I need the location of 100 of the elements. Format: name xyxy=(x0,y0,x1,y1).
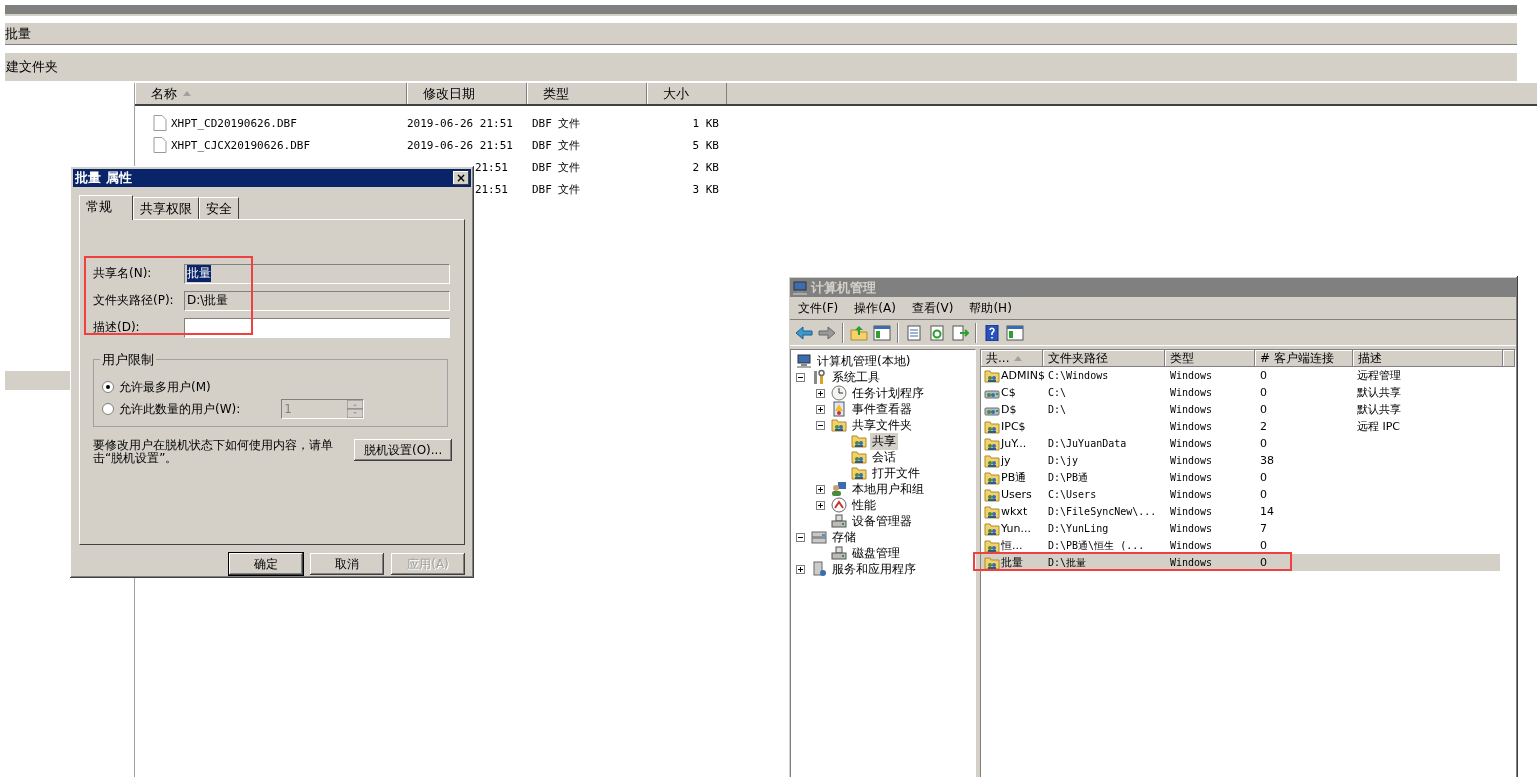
tab[interactable]: 常规 xyxy=(79,195,133,220)
address-text: 批量 xyxy=(5,24,31,43)
share-name[interactable]: 恒... xyxy=(1001,538,1023,553)
file-name[interactable]: XHPT_CJCX20190626.DBF xyxy=(171,138,311,152)
tree-item[interactable]: 系统工具 xyxy=(830,368,882,386)
column-header[interactable]: 类型 xyxy=(1165,350,1255,367)
share-name[interactable]: PB通 xyxy=(1001,470,1027,485)
expand-icon[interactable] xyxy=(816,388,825,398)
tree-item[interactable]: 共享文件夹 xyxy=(850,416,914,434)
share-type: Windows xyxy=(1170,540,1213,551)
radio-label[interactable]: 允许最多用户(M) xyxy=(119,378,211,396)
file-icon xyxy=(153,137,167,153)
file-type: DBF 文件 xyxy=(532,138,581,152)
tree-item[interactable]: 会话 xyxy=(870,448,898,466)
radio-label[interactable]: 允许此数量的用户(W): xyxy=(119,400,241,418)
share-path: D:\批量 xyxy=(1048,556,1087,568)
menu-item[interactable]: 文件(F) xyxy=(790,299,847,317)
share-name[interactable]: IPC$ xyxy=(1001,420,1026,433)
expand-icon[interactable] xyxy=(816,484,825,494)
share-type: Windows xyxy=(1170,438,1213,449)
share-name[interactable]: wkxt xyxy=(1001,505,1028,518)
tree-item[interactable]: 事件查看器 xyxy=(850,400,914,418)
dialog-button[interactable]: 确定 xyxy=(229,553,303,575)
collapse-icon[interactable] xyxy=(796,532,805,542)
share-name[interactable]: D$ xyxy=(1001,403,1017,416)
share-description: 默认共享 xyxy=(1357,403,1401,416)
radio-button[interactable] xyxy=(102,403,114,415)
tree-item[interactable]: 设备管理器 xyxy=(850,512,914,530)
column-header[interactable]: # 客户端连接 xyxy=(1255,350,1353,367)
tree-item[interactable]: 磁盘管理 xyxy=(850,544,902,562)
tree-item[interactable]: 存储 xyxy=(830,528,858,546)
file-date: 2019-06-26 21:51 xyxy=(407,138,513,152)
tree-item[interactable]: 共享 xyxy=(870,432,898,450)
column-header[interactable]: 名称 xyxy=(135,83,407,104)
properties-icon[interactable] xyxy=(904,323,924,342)
column-header[interactable]: 文件夹路径 xyxy=(1043,350,1165,367)
menu-item[interactable]: 查看(V) xyxy=(903,299,962,317)
users-icon xyxy=(831,481,847,497)
radio-button[interactable] xyxy=(102,381,114,393)
tree-item[interactable]: 本地用户和组 xyxy=(850,480,926,498)
file-size: 2 KB xyxy=(692,160,719,174)
new-folder-button[interactable]: 建文件夹 xyxy=(5,58,58,76)
computer-icon xyxy=(796,353,812,369)
collapse-icon[interactable] xyxy=(796,372,805,382)
column-header[interactable]: 描述 xyxy=(1353,350,1503,367)
column-header[interactable]: 修改日期 xyxy=(407,83,527,104)
share-name[interactable]: 批量 xyxy=(1001,555,1023,570)
share-name[interactable]: ADMIN$ xyxy=(1001,369,1045,382)
text-field[interactable] xyxy=(184,317,450,338)
expand-icon[interactable] xyxy=(816,500,825,510)
expand-icon[interactable] xyxy=(796,564,805,574)
close-button[interactable]: × xyxy=(453,171,469,185)
text-field[interactable]: 批量 xyxy=(184,263,450,284)
tab[interactable]: 共享权限 xyxy=(133,197,199,219)
back-arrow-icon[interactable] xyxy=(794,323,814,342)
column-header[interactable]: 共... xyxy=(981,350,1043,367)
tree-item[interactable]: 计算机管理(本地) xyxy=(815,352,913,370)
storage-icon xyxy=(811,529,827,545)
tree-item[interactable]: 性能 xyxy=(850,496,878,514)
shared-folder-icon xyxy=(984,469,1000,486)
refresh-icon[interactable] xyxy=(927,323,947,342)
text-field[interactable]: D:\批量 xyxy=(184,290,450,311)
file-name[interactable]: XHPT_CD20190626.DBF xyxy=(171,116,297,130)
file-type: DBF 文件 xyxy=(532,160,581,174)
share-name[interactable]: Yun... xyxy=(1001,522,1031,535)
shared-folder-icon xyxy=(984,452,1000,469)
share-type: Windows xyxy=(1170,489,1213,500)
share-type: Windows xyxy=(1170,404,1213,415)
collapse-icon[interactable] xyxy=(816,420,825,430)
shared-folder-icon xyxy=(984,537,1000,554)
dialog-title: 批量 属性 xyxy=(75,169,132,187)
share-name[interactable]: JuY... xyxy=(1001,437,1027,450)
share-name[interactable]: Users xyxy=(1001,488,1032,501)
share-name[interactable]: C$ xyxy=(1001,386,1016,399)
column-header[interactable]: 类型 xyxy=(527,83,647,104)
pane-toggle-icon[interactable] xyxy=(872,323,892,342)
share-name[interactable]: jy xyxy=(1001,454,1011,467)
share-path: D:\ xyxy=(1048,404,1067,415)
tab[interactable]: 安全 xyxy=(199,197,239,219)
offline-settings-button[interactable]: 脱机设置(O)... xyxy=(354,439,452,461)
client-count: 7 xyxy=(1260,522,1267,535)
tree-item[interactable]: 任务计划程序 xyxy=(850,384,926,402)
menu-item[interactable]: 帮助(H) xyxy=(961,299,1020,317)
device-icon xyxy=(831,545,847,561)
client-count: 0 xyxy=(1260,471,1267,484)
export-list-icon[interactable] xyxy=(950,323,970,342)
expand-icon[interactable] xyxy=(816,404,825,414)
shared-folder-icon xyxy=(984,367,1000,384)
shared-folder-icon xyxy=(831,417,847,433)
field-label: 文件夹路径(P): xyxy=(93,292,175,309)
help-icon[interactable] xyxy=(982,323,1002,342)
pane-toggle-icon[interactable] xyxy=(1005,323,1025,342)
tree-item[interactable]: 打开文件 xyxy=(870,464,922,482)
menu-item[interactable]: 操作(A) xyxy=(846,299,904,317)
column-header[interactable]: 大小 xyxy=(647,83,727,104)
tree-item[interactable]: 服务和应用程序 xyxy=(830,560,918,578)
forward-arrow-icon[interactable] xyxy=(817,323,837,342)
dialog-button[interactable]: 取消 xyxy=(310,553,384,575)
sort-arrow-icon xyxy=(183,91,191,96)
client-count: 14 xyxy=(1260,505,1274,518)
